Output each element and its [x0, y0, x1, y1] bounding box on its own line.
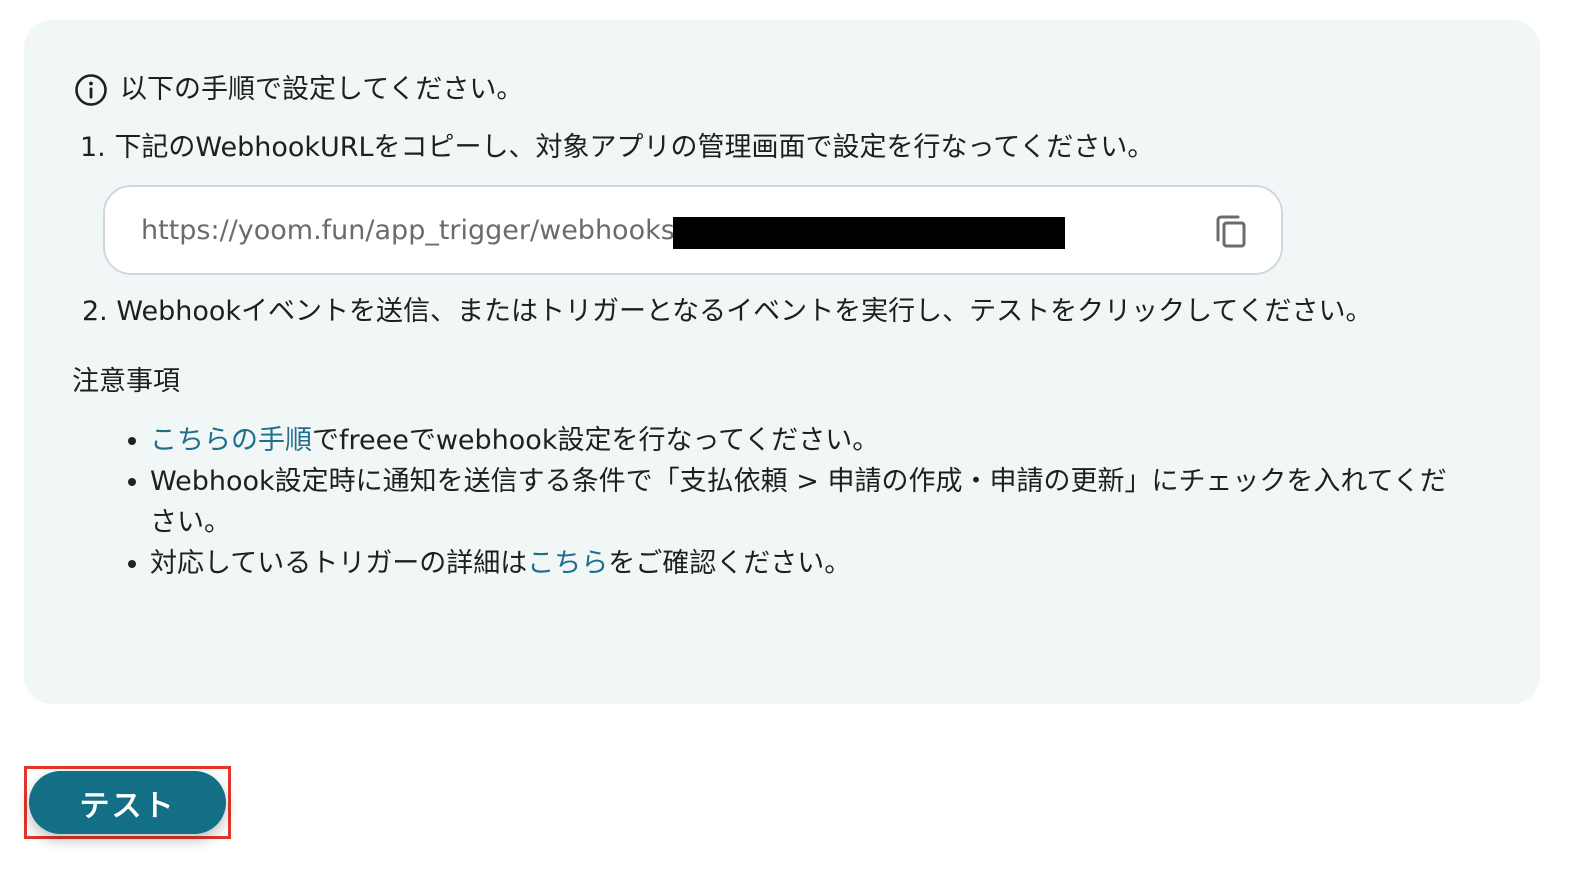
note-text: 対応しているトリガーの詳細は: [150, 548, 528, 579]
info-row: 以下の手順で設定してください。: [74, 72, 523, 108]
notes-list: こちらの手順でfreeeでwebhook設定を行なってください。 Webhook…: [128, 420, 1460, 584]
copy-icon[interactable]: [1211, 211, 1251, 251]
note-text: Webhook設定時に通知を送信する条件で「支払依頼 > 申請の作成・申請の更新…: [150, 466, 1447, 538]
step-2-text: 2. Webhookイベントを送信、またはトリガーとなるイベントを実行し、テスト…: [82, 296, 1373, 327]
test-button[interactable]: テスト: [29, 771, 226, 834]
list-item: Webhook設定時に通知を送信する条件で「支払依頼 > 申請の作成・申請の更新…: [128, 461, 1460, 543]
setup-guide-link[interactable]: こちらの手順: [150, 425, 312, 456]
step-1-text: 1. 下記のWebhookURLをコピーし、対象アプリの管理画面で設定を行なって…: [80, 132, 1155, 163]
instructions-panel: 以下の手順で設定してください。 1. 下記のWebhookURLをコピーし、対象…: [24, 20, 1540, 704]
notes-heading: 注意事項: [72, 366, 180, 397]
webhook-url-field[interactable]: https://yoom.fun/app_trigger/webhooks/: [103, 185, 1283, 275]
list-item: 対応しているトリガーの詳細はこちらをご確認ください。: [128, 543, 1460, 584]
list-item: こちらの手順でfreeeでwebhook設定を行なってください。: [128, 420, 1460, 461]
info-text: 以下の手順で設定してください。: [120, 74, 524, 105]
note-text: でfreeeでwebhook設定を行なってください。: [312, 425, 880, 456]
test-button-highlight: テスト: [24, 766, 231, 839]
note-text: をご確認ください。: [608, 548, 852, 579]
webhook-url-text[interactable]: https://yoom.fun/app_trigger/webhooks/: [141, 213, 684, 249]
trigger-details-link[interactable]: こちら: [527, 548, 608, 579]
redacted-url-mask: [673, 217, 1065, 249]
info-icon: [74, 73, 108, 107]
